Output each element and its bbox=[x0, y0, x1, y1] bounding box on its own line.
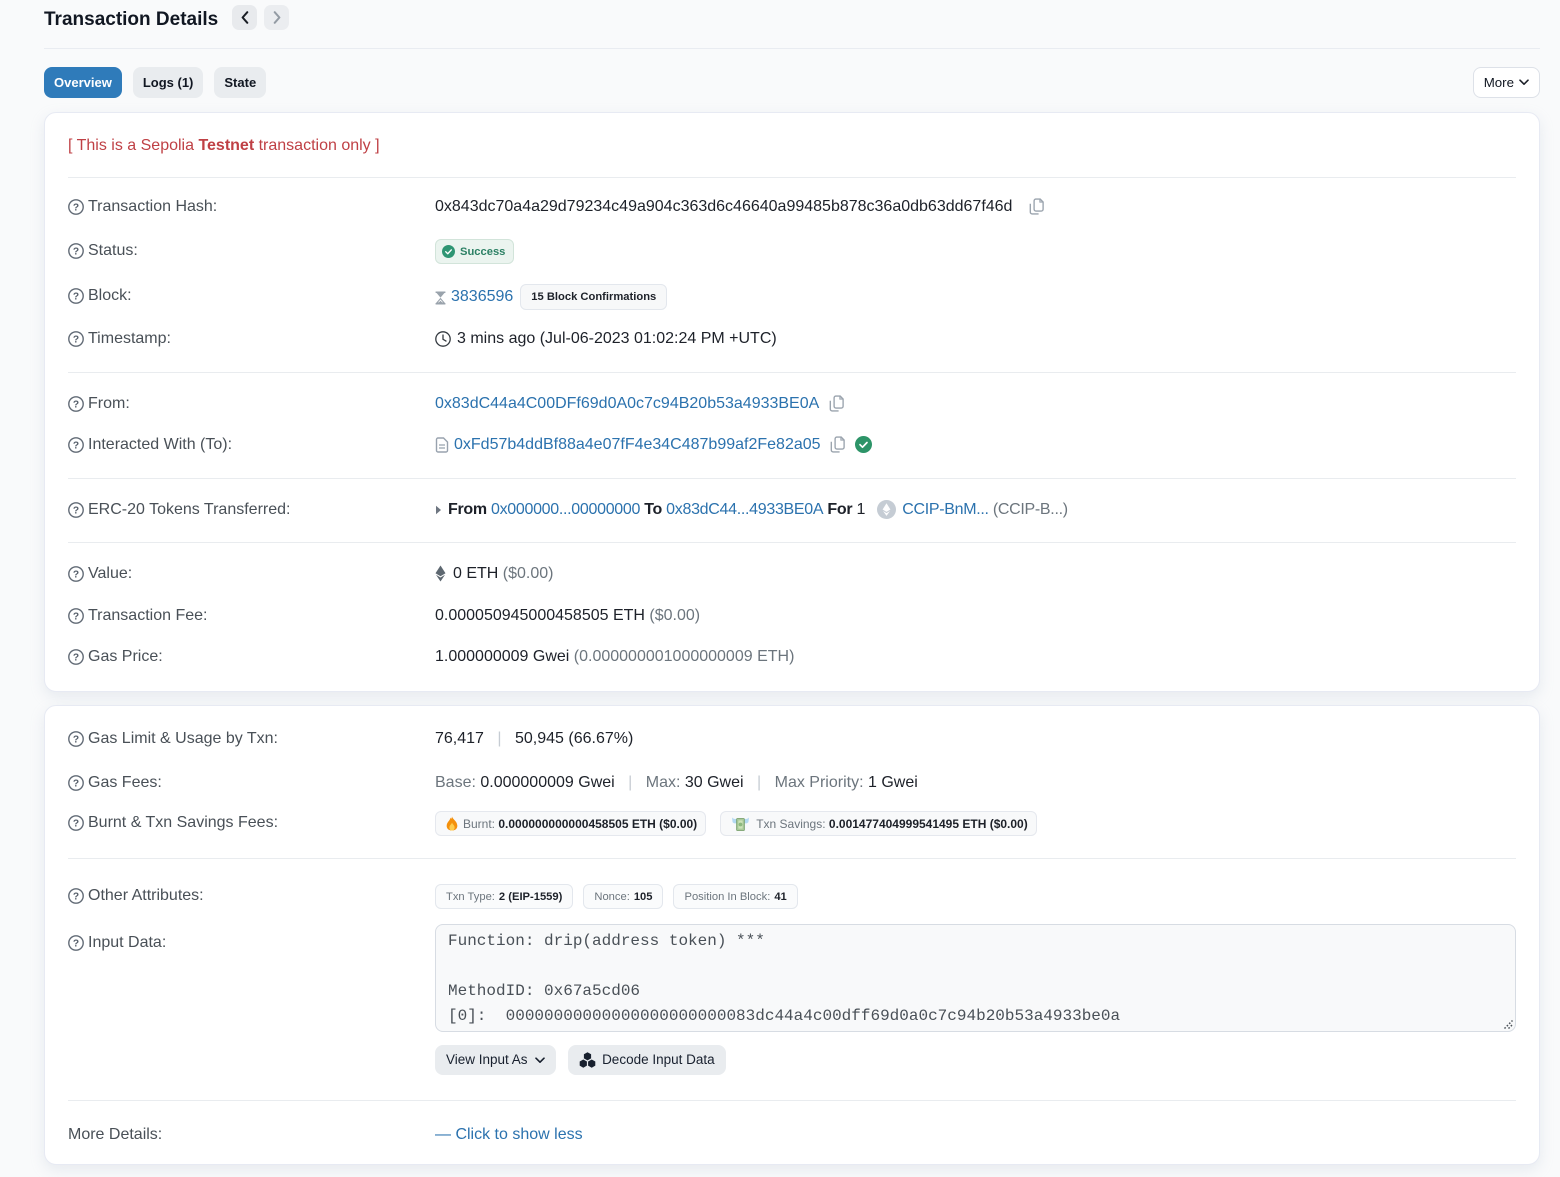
svg-text:?: ? bbox=[73, 400, 79, 411]
svg-text:?: ? bbox=[73, 779, 79, 790]
svg-text:?: ? bbox=[73, 570, 79, 581]
svg-text:?: ? bbox=[73, 335, 79, 346]
svg-text:?: ? bbox=[73, 892, 79, 903]
svg-text:?: ? bbox=[73, 292, 79, 303]
svg-text:?: ? bbox=[73, 441, 79, 452]
svg-text:?: ? bbox=[73, 203, 79, 214]
svg-text:?: ? bbox=[73, 247, 79, 258]
svg-text:?: ? bbox=[73, 506, 79, 517]
svg-text:?: ? bbox=[73, 939, 79, 950]
svg-text:?: ? bbox=[73, 819, 79, 830]
svg-text:?: ? bbox=[73, 653, 79, 664]
svg-text:?: ? bbox=[73, 735, 79, 746]
svg-text:?: ? bbox=[73, 612, 79, 623]
